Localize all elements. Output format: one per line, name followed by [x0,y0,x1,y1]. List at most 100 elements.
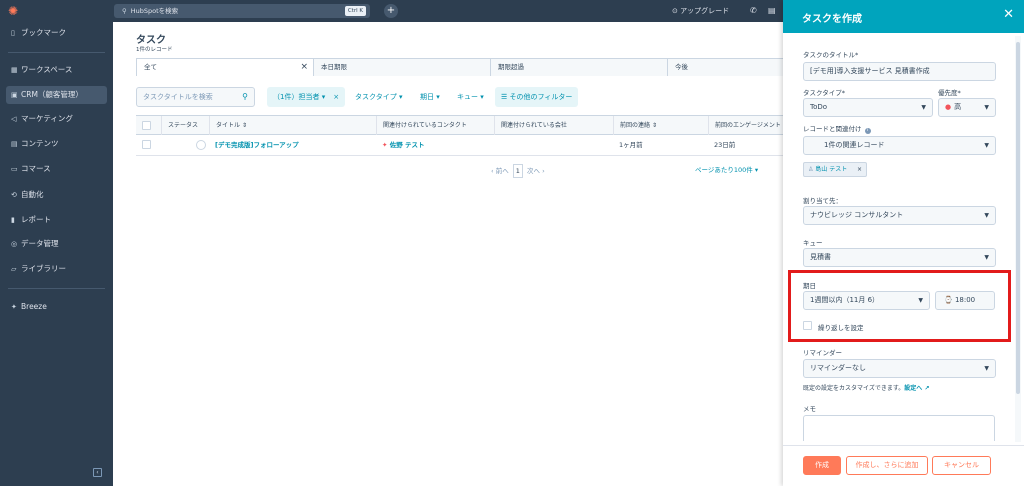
settings-link[interactable]: 設定へ [904,385,922,392]
select-all-checkbox[interactable] [142,121,151,130]
close-icon[interactable]: × [857,163,862,176]
tab-due-today[interactable]: 本日期限 [313,59,490,76]
assign-label: 割り当て先： [803,197,842,205]
filter-assignee[interactable]: （1件）担当者 ▾ × [267,87,346,107]
table-row[interactable]: [デモ完成版]フォローアップ ✦ 佐野 テスト 1ヶ月前 23日前 [136,135,783,156]
queue-select[interactable]: 見積書 ▼ [803,248,996,267]
repeat-checkbox[interactable] [803,321,812,330]
filter-due[interactable]: 期日 ▾ [414,87,446,107]
sidebar: ▯ ブックマーク ▦ ワークスペース ▣ CRM（顧客管理） ◁ マーケティング ▤ コン… [0,22,113,486]
sidebar-item-content[interactable]: ▤ コンテンツ [0,135,113,153]
close-icon[interactable]: × [333,93,339,101]
sidebar-item-commerce[interactable]: ▭ コマース [0,160,113,178]
chevron-down-icon: ▾ [398,93,403,101]
sidebar-item-breeze[interactable]: ✦ Breeze [0,298,113,316]
next-page-button[interactable]: 次へ [527,167,540,175]
phone-icon[interactable]: ✆ [750,0,757,22]
reminder-label: リマインダー [803,349,842,357]
status-circle-icon[interactable] [196,140,206,150]
sidebar-item-automation[interactable]: ⟲ 自動化 [0,186,113,204]
contact-name: 佐野 テスト [389,141,425,149]
upgrade-link[interactable]: ⊙ アップグレード [672,0,729,22]
company-cell [494,135,500,155]
due-date-select[interactable]: 1週間以内（11月 6） ▼ [803,291,930,310]
search-icon: ⚲ [122,7,127,15]
search-shortcut-badge: Ctrl K [344,6,366,16]
tab-label: 期限超過 [498,63,524,71]
sort-icon: ⇕ [651,122,657,129]
external-link-icon[interactable]: ↗ [922,385,929,392]
chevron-right-icon[interactable]: › [542,167,545,175]
scroll-thumb[interactable] [1016,42,1020,394]
reminder-select[interactable]: リマインダーなし ▼ [803,359,996,378]
associated-contact-chip[interactable]: ♙ 島山 テスト × [803,162,867,177]
column-header-status[interactable]: ステータス [161,116,209,135]
label-text: タスクのタイトル [803,51,855,59]
chevron-left-icon[interactable]: ‹ [491,167,494,175]
task-type-label: タスクタイプ* [803,89,845,97]
tab-upcoming[interactable]: 今後 [667,59,783,76]
cancel-button[interactable]: キャンセル [932,456,991,475]
info-icon[interactable]: i [864,128,871,134]
create-and-add-button[interactable]: 作成し、さらに追加 [846,456,928,475]
sidebar-item-crm[interactable]: ▣ CRM（顧客管理） [6,86,107,104]
hubspot-logo-icon[interactable]: ✺ [8,4,22,18]
filter-label: その他のフィルター [509,93,573,101]
sidebar-item-label: CRM（顧客管理） [21,90,83,99]
column-header-title[interactable]: タイトル ⇕ [209,116,379,135]
create-task-panel: タスクを作成 ✕ タスクのタイトル* [デモ用]導入支援サービス 見積書作成 タ… [783,0,1024,486]
sidebar-item-marketing[interactable]: ◁ マーケティング [0,110,113,128]
sidebar-item-report[interactable]: ▮ レポート [0,211,113,229]
marketplace-icon[interactable]: ▤ [768,0,776,22]
label-text: タスクタイプ [803,89,842,97]
per-page-select[interactable]: ページあたり100件 ▾ [695,164,758,176]
panel-scrollbar[interactable] [1015,36,1021,442]
filter-queue[interactable]: キュー ▾ [451,87,490,107]
sidebar-item-label: ブックマーク [21,28,66,37]
sidebar-item-data[interactable]: ◎ データ管理 [0,235,113,253]
note-text: 既定の設定をカスタマイズできます。 [803,385,905,392]
tab-all[interactable]: 全て × [136,59,313,76]
label-text: 優先度 [938,89,958,97]
current-page[interactable]: 1 [512,164,523,178]
sidebar-item-workspace[interactable]: ▦ ワークスペース [0,61,113,79]
sidebar-item-bookmark[interactable]: ▯ ブックマーク [0,24,113,42]
filter-icon: ☰ [501,93,510,101]
sidebar-item-label: ワークスペース [21,65,73,74]
prev-page-button[interactable]: 前へ [496,167,509,175]
task-search-input[interactable]: タスクタイトルを検索 ⚲ [136,87,255,107]
close-icon[interactable]: ✕ [1003,7,1014,22]
sidebar-item-library[interactable]: ▱ ライブラリー [0,260,113,278]
contact-link[interactable]: ✦ 佐野 テスト [376,135,424,155]
sidebar-collapse-icon[interactable]: ‹ [93,468,102,477]
task-type-select[interactable]: ToDo ▼ [803,98,933,117]
filter-label: 期日 [420,93,434,101]
column-header-last-engagement[interactable]: 前回のエンゲージメント [708,116,783,135]
assignee-select[interactable]: ナウビレッジ コンサルタント ▼ [803,206,996,225]
filter-other[interactable]: ☰ その他のフィルター [495,87,579,107]
upgrade-label: アップグレード [680,7,730,15]
column-header-last-contact[interactable]: 前回の連絡 ⇕ [613,116,708,135]
create-plus-button[interactable]: + [384,4,398,18]
select-value: ナウビレッジ コンサルタント [810,211,904,219]
memo-textarea[interactable] [803,415,995,441]
chevron-down-icon: ▾ [436,93,440,101]
record-association-select[interactable]: 1件の関連レコード ▼ [803,136,996,155]
column-header-company[interactable]: 関連付けられている会社 [494,116,612,135]
content-icon: ▤ [11,140,18,148]
priority-select[interactable]: ● 高 ▼ [938,98,996,117]
tab-overdue[interactable]: 期限超過 [490,59,667,76]
row-checkbox[interactable] [142,140,151,149]
chevron-down-icon: ▼ [984,104,989,111]
sidebar-item-label: データ管理 [21,239,59,248]
due-date-label: 期日 [803,282,816,290]
filter-task-type[interactable]: タスクタイプ ▾ [349,87,408,107]
task-title-input[interactable]: [デモ用]導入支援サービス 見積書作成 [803,62,996,81]
sidebar-item-label: コンテンツ [21,139,59,148]
task-title-link[interactable]: [デモ完成版]フォローアップ [209,135,299,155]
close-icon[interactable]: × [300,59,308,76]
due-time-input[interactable]: ⌚ 18:00 [935,291,995,310]
create-button[interactable]: 作成 [803,456,841,475]
global-search-input[interactable]: ⚲ HubSpotを検索 Ctrl K [114,4,370,18]
label-text: レコードと関連付け [803,125,862,133]
